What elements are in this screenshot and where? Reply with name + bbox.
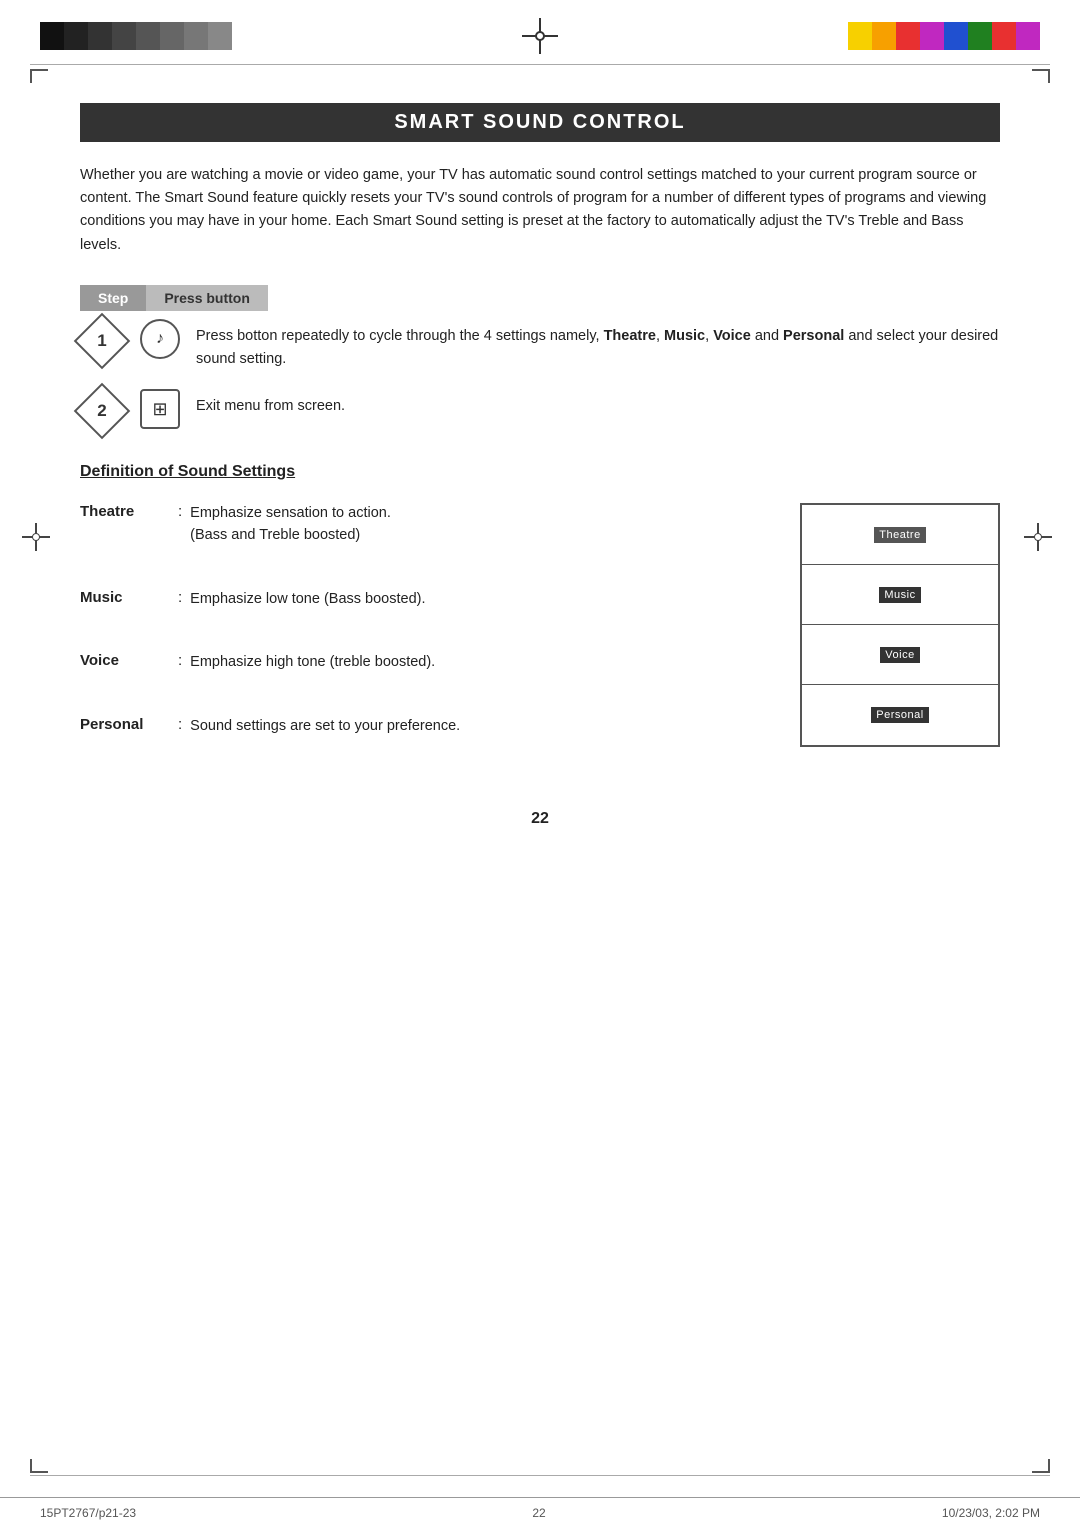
def-desc-voice: Emphasize high tone (treble boosted).: [190, 652, 435, 674]
tv-menu-item-personal: Personal: [802, 685, 998, 745]
left-crosshair: [22, 523, 50, 551]
bold-voice: Voice: [713, 328, 751, 344]
tv-label-theatre: Theatre: [874, 527, 925, 543]
definition-container: Theatre : Emphasize sensation to action.…: [80, 503, 1000, 780]
step-row-2: 2 ⊞ Exit menu from screen.: [80, 389, 1000, 433]
page-number: 22: [80, 810, 1000, 828]
footer-right: 10/23/03, 2:02 PM: [942, 1506, 1040, 1520]
top-bar: [0, 0, 1080, 64]
bold-personal: Personal: [783, 328, 844, 344]
bracket-top-left: [30, 69, 48, 83]
step-icon-1: ♪: [140, 319, 180, 359]
main-content: Smart Sound Control Whether you are watc…: [0, 83, 1080, 868]
step-text-2: Exit menu from screen.: [196, 389, 1000, 418]
intro-paragraph: Whether you are watching a movie or vide…: [80, 164, 1000, 257]
tv-menu-item-voice: Voice: [802, 625, 998, 685]
footer-center: 22: [532, 1506, 545, 1520]
right-crosshair-icon: [1024, 523, 1052, 551]
left-crosshair-icon: [22, 523, 50, 551]
tv-menu-item-theatre: Theatre: [802, 505, 998, 565]
bold-music: Music: [664, 328, 705, 344]
step-header: Step Press button: [80, 285, 1000, 311]
tv-label-music: Music: [879, 587, 920, 603]
step-num-text-1: 1: [97, 331, 106, 351]
def-colon-personal: :: [178, 716, 182, 733]
step-icon-2: ⊞: [140, 389, 180, 429]
footer-left: 15PT2767/p21-23: [40, 1506, 136, 1520]
corner-brackets-bottom: [0, 1459, 1080, 1473]
def-colon-voice: :: [178, 652, 182, 669]
step-table: Step Press button 1 ♪ Press botton repea…: [80, 285, 1000, 433]
definition-section: Definition of Sound Settings Theatre : E…: [80, 463, 1000, 780]
bracket-top-right: [1032, 69, 1050, 83]
step-row-1: 1 ♪ Press botton repeatedly to cycle thr…: [80, 319, 1000, 371]
definition-title: Definition of Sound Settings: [80, 463, 1000, 481]
tv-label-personal: Personal: [871, 707, 928, 723]
tv-box-wrapper: Theatre Music Voice Personal: [800, 503, 1000, 780]
color-strip-left: [40, 22, 232, 50]
bracket-bottom-right: [1032, 1459, 1050, 1473]
def-item-personal: Personal : Sound settings are set to you…: [80, 716, 770, 738]
footer: 15PT2767/p21-23 22 10/23/03, 2:02 PM: [0, 1497, 1080, 1528]
bold-theatre: Theatre: [604, 328, 656, 344]
def-colon-music: :: [178, 589, 182, 606]
def-desc-theatre: Emphasize sensation to action.(Bass and …: [190, 503, 391, 547]
color-strip-right: [848, 22, 1040, 50]
def-colon-theatre: :: [178, 503, 182, 520]
definition-left: Theatre : Emphasize sensation to action.…: [80, 503, 770, 780]
top-reg-line: [30, 64, 1050, 65]
def-item-music: Music : Emphasize low tone (Bass boosted…: [80, 589, 770, 611]
def-desc-personal: Sound settings are set to your preferenc…: [190, 716, 460, 738]
title-box: Smart Sound Control: [80, 103, 1000, 142]
def-term-theatre: Theatre: [80, 503, 170, 520]
bottom-reg-line: [30, 1475, 1050, 1476]
tv-label-voice: Voice: [880, 647, 919, 663]
step-number-1: 1: [80, 319, 124, 363]
page-title: Smart Sound Control: [394, 111, 685, 133]
def-term-personal: Personal: [80, 716, 170, 733]
right-crosshair: [1024, 523, 1052, 551]
step-num-text-2: 2: [97, 401, 106, 421]
def-item-voice: Voice : Emphasize high tone (treble boos…: [80, 652, 770, 674]
step-number-2: 2: [80, 389, 124, 433]
step-header-step: Step: [80, 285, 146, 311]
def-item-theatre: Theatre : Emphasize sensation to action.…: [80, 503, 770, 547]
def-term-voice: Voice: [80, 652, 170, 669]
bracket-bottom-left: [30, 1459, 48, 1473]
corner-brackets-top: [0, 69, 1080, 83]
step-header-press: Press button: [146, 285, 268, 311]
step-text-1: Press botton repeatedly to cycle through…: [196, 319, 1000, 371]
tv-menu-item-music: Music: [802, 565, 998, 625]
def-desc-music: Emphasize low tone (Bass boosted).: [190, 589, 425, 611]
def-term-music: Music: [80, 589, 170, 606]
tv-menu-box: Theatre Music Voice Personal: [800, 503, 1000, 747]
center-crosshair-top: [522, 18, 558, 54]
